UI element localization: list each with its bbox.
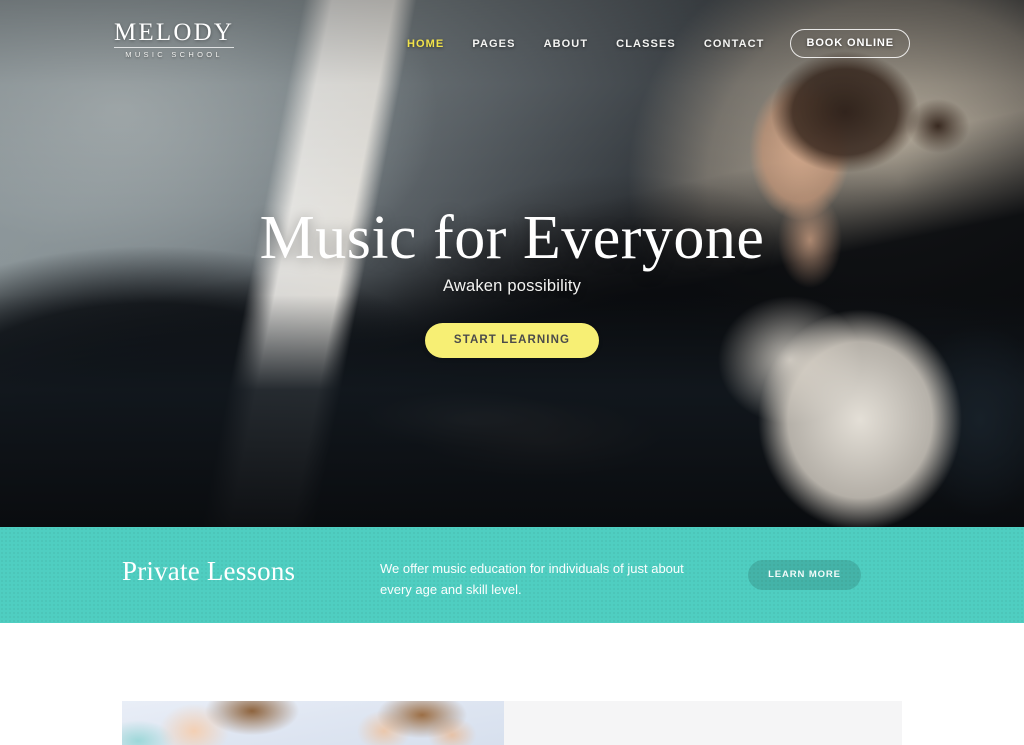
nav-link-about[interactable]: ABOUT: [530, 38, 603, 50]
book-online-button[interactable]: BOOK ONLINE: [790, 29, 910, 58]
feature-card-panel: [504, 701, 902, 745]
hero-subtitle: Awaken possibility: [442, 277, 582, 295]
feature-card[interactable]: [122, 701, 902, 745]
nav-item-cta: BOOK ONLINE: [778, 29, 910, 58]
logo-tagline: MUSIC SCHOOL: [125, 50, 223, 59]
nav-link-home[interactable]: HOME: [393, 38, 458, 50]
hero-section: MELODY MUSIC SCHOOL HOME PAGES ABOUT CLA…: [0, 0, 1024, 527]
start-learning-button[interactable]: START LEARNING: [424, 323, 600, 358]
nav-item: HOME: [393, 38, 458, 50]
lower-section: [0, 623, 1024, 745]
hero-title: Music for Everyone: [259, 204, 765, 272]
band-title: Private Lessons: [122, 556, 296, 586]
primary-navigation: MELODY MUSIC SCHOOL HOME PAGES ABOUT CLA…: [0, 0, 1024, 76]
nav-link-list: HOME PAGES ABOUT CLASSES CONTACT BOOK ON…: [393, 29, 910, 58]
private-lessons-band: Private Lessons We offer music education…: [0, 527, 1024, 623]
nav-item: CONTACT: [690, 38, 779, 50]
band-description: We offer music education for individuals…: [380, 561, 684, 597]
band-content: Private Lessons We offer music education…: [0, 527, 1024, 623]
page-root: MELODY MUSIC SCHOOL HOME PAGES ABOUT CLA…: [0, 0, 1024, 745]
nav-item: ABOUT: [530, 38, 603, 50]
site-logo[interactable]: MELODY MUSIC SCHOOL: [114, 19, 235, 59]
logo-divider: [114, 47, 235, 48]
nav-item: CLASSES: [602, 38, 690, 50]
children-photo: [122, 701, 504, 745]
nav-link-classes[interactable]: CLASSES: [602, 38, 690, 50]
nav-item: PAGES: [458, 38, 529, 50]
nav-link-pages[interactable]: PAGES: [458, 38, 529, 50]
logo-wordmark: MELODY: [114, 19, 235, 46]
learn-more-button[interactable]: LEARN MORE: [748, 560, 861, 590]
nav-link-contact[interactable]: CONTACT: [690, 38, 779, 50]
hero-copy-block: Music for Everyone Awaken possibility ST…: [0, 203, 1024, 358]
